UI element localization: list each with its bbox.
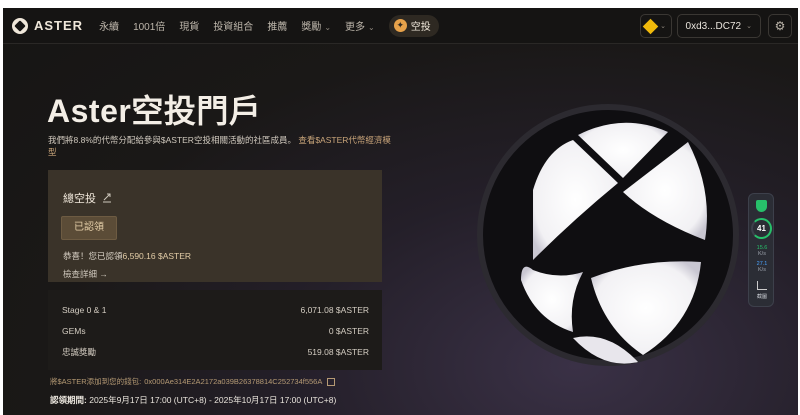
wallet-address: 0xd3...DC72 [685,20,742,32]
nav-menu: 永續 1001倍 現貨 投資組合 推薦 獎勵 ⌄ 更多 ⌄ ✦ 空投 [99,14,439,37]
congrats-message: 恭喜！您已認領6,590.16 $ASTER [63,250,191,262]
nav-item-spot[interactable]: 現貨 [179,18,199,33]
nav-item-perpetual[interactable]: 永續 [99,18,119,33]
table-row: Stage 0 & 1 6,071.08 $ASTER [48,300,382,320]
chain-selector[interactable]: ⌄ [639,14,672,38]
download-speed: 27.1 K/s [749,261,775,273]
table-row: GEMs 0 $ASTER [48,321,382,341]
row-value: 0 $ASTER [328,326,369,336]
nav-right: ⌄ 0xd3...DC72 ⌄ ⚙ [639,14,792,38]
row-label: 忠誠獎勵 [62,347,97,357]
page-description: 我們將8.8%的代幣分配給參與$ASTER空投相關活動的社區成員。 查看$AST… [48,134,398,158]
row-label: Stage 0 & 1 [62,305,107,315]
card-title-text: 總空投 [63,193,96,205]
row-value: 6,071.08 $ASTER [300,305,369,315]
claimed-badge: 已認領 [61,216,117,240]
nav-item-rewards[interactable]: 獎勵 ⌄ [301,18,331,33]
claim-period-value: 2025年9月17日 17:00 (UTC+8) - 2025年10月17日 1… [89,395,337,405]
screenshot-icon [757,281,767,290]
download-unit: K/s [758,267,766,273]
top-nav: ASTER 永續 1001倍 現貨 投資組合 推薦 獎勵 ⌄ 更多 ⌄ ✦ 空投 ⌄… [3,8,798,44]
share-icon[interactable] [102,193,112,203]
aster-logo-icon [12,17,28,34]
bnb-chain-icon [642,18,659,34]
page-title: Aster空投門戶 [47,93,262,129]
network-score: 41 [751,218,772,239]
chevron-down-icon: ⌄ [660,23,666,30]
airdrop-label: 空投 [410,22,431,33]
aster-logo-artwork [477,104,739,366]
contract-address-row: 將$ASTER添加到您的錢包: 0x000Ae314E2A2172a039B26… [50,376,336,387]
chevron-down-icon: ⌄ [746,23,752,30]
check-details-text: 檢查詳細 [63,269,98,279]
nav-item-more[interactable]: 更多 ⌄ [345,18,375,33]
row-label: GEMs [62,326,86,336]
card-title: 總空投 [63,190,112,206]
arrow-right-icon: → [99,269,108,279]
description-text: 我們將8.8%的代幣分配給參與$ASTER空投相關活動的社區成員。 [48,135,296,145]
table-row: 忠誠獎勵 519.08 $ASTER [48,342,382,362]
settings-button[interactable]: ⚙ [768,14,792,38]
nav-item-portfolio[interactable]: 投資組合 [213,18,253,33]
copy-icon[interactable] [327,377,336,386]
shield-icon [756,200,767,212]
brand-name: ASTER [34,18,84,33]
claim-period-label: 認領期間: [50,395,87,405]
check-details-link[interactable]: 檢查詳細 → [63,268,108,280]
nav-item-1001x[interactable]: 1001倍 [133,18,165,33]
row-value: 519.08 $ASTER [307,347,369,357]
network-widget[interactable]: 41 15.6 K/s 27.1 K/s 截圖 [748,193,774,307]
brand-logo[interactable]: ASTER [12,17,84,34]
claimed-amount: 6,590.16 $ASTER [122,251,192,261]
chevron-down-icon: ⌄ [324,23,332,32]
upload-speed: 15.6 K/s [749,245,775,257]
contract-address: 0x000Ae314E2A2172a039B26378814C252734f55… [144,377,323,386]
congrats-text: 恭喜！您已認領 [63,251,123,261]
airdrop-nav-button[interactable]: ✦ 空投 [388,14,439,37]
upload-unit: K/s [758,251,766,257]
airdrop-icon: ✦ [393,19,407,32]
wallet-button[interactable]: 0xd3...DC72 ⌄ [676,14,761,38]
chevron-down-icon: ⌄ [368,23,375,32]
app-window: ASTER 永續 1001倍 現貨 投資組合 推薦 獎勵 ⌄ 更多 ⌄ ✦ 空投 ⌄… [3,8,798,415]
screenshot-label: 截圖 [756,294,767,300]
nav-item-referral[interactable]: 推薦 [267,18,287,33]
claim-period: 認領期間: 2025年9月17日 17:00 (UTC+8) - 2025年10… [50,394,336,406]
total-airdrop-card: 總空投 已認領 恭喜！您已認領6,590.16 $ASTER 檢查詳細 → [48,170,382,282]
contract-label: 將$ASTER添加到您的錢包: [50,377,142,386]
breakdown-table: Stage 0 & 1 6,071.08 $ASTER GEMs 0 $ASTE… [48,290,382,370]
gear-icon: ⚙ [774,19,786,33]
